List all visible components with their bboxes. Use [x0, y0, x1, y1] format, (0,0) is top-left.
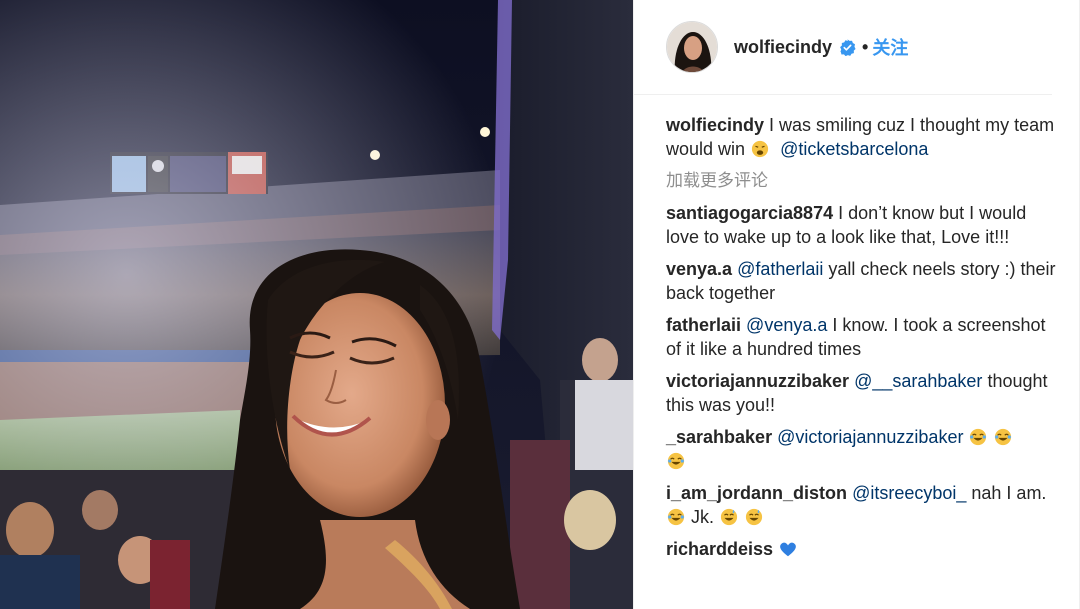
comment-username[interactable]: fatherlaii: [666, 315, 741, 335]
comment-username[interactable]: richarddeiss: [666, 539, 773, 559]
separator-dot: •: [862, 36, 869, 57]
post-photo[interactable]: [0, 0, 633, 609]
comment-username[interactable]: santiagogarcia8874: [666, 203, 833, 223]
caption-username[interactable]: wolfiecindy: [666, 115, 764, 135]
comment-mention-link[interactable]: @venya.a: [746, 315, 827, 335]
comment-item: venya.a @fatherlaii yall check neels sto…: [666, 257, 1056, 305]
sweat-smile-emoji-icon: [745, 508, 763, 526]
comment-item: i_am_jordann_diston @itsreecyboi_ nah I …: [666, 481, 1056, 529]
comment-mention-link[interactable]: @itsreecyboi_: [852, 483, 966, 503]
follow-button[interactable]: 关注: [872, 34, 908, 60]
caption-mention-link[interactable]: @ticketsbarcelona: [780, 139, 928, 159]
comment-item: fatherlaii @venya.a I know. I took a scr…: [666, 313, 1056, 361]
comment-item: victoriajannuzzibaker @__sarahbaker thou…: [666, 369, 1056, 417]
post-side-panel: wolfiecindy • 关注 wolfiecindy I was smili…: [633, 0, 1080, 609]
load-more-comments-link[interactable]: 加载更多评论: [666, 169, 1056, 193]
verified-badge-icon: [840, 38, 856, 56]
comment-username[interactable]: victoriajannuzzibaker: [666, 371, 849, 391]
weary-face-emoji-icon: [751, 140, 769, 158]
comment-mention-link[interactable]: @victoriajannuzzibaker: [777, 427, 963, 447]
joy-emoji-icon: [667, 452, 685, 470]
blue-heart-emoji-icon: [780, 542, 796, 557]
comment-text: nah I am.: [966, 483, 1047, 503]
comment-mention-link[interactable]: @__sarahbaker: [854, 371, 982, 391]
post-author-username[interactable]: wolfiecindy: [734, 37, 832, 58]
joy-emoji-icon: [970, 428, 987, 446]
comment-mention-link[interactable]: @fatherlaii: [737, 259, 823, 279]
stadium-selfie-image: [0, 0, 633, 609]
comment-item: richarddeiss: [666, 537, 1056, 561]
comment-text-2: Jk.: [686, 507, 720, 527]
joy-emoji-icon: [995, 428, 1012, 446]
comments-list: wolfiecindy I was smiling cuz I thought …: [634, 95, 1080, 561]
joy-emoji-icon: [667, 508, 685, 526]
comment-username[interactable]: _sarahbaker: [666, 427, 772, 447]
sweat-smile-emoji-icon: [720, 508, 738, 526]
comment-item: _sarahbaker @victoriajannuzzibaker: [666, 425, 1056, 473]
profile-avatar[interactable]: [666, 21, 718, 73]
post-header: wolfiecindy • 关注: [634, 0, 1052, 95]
caption: wolfiecindy I was smiling cuz I thought …: [666, 113, 1056, 161]
comment-username[interactable]: venya.a: [666, 259, 732, 279]
comment-item: santiagogarcia8874 I don’t know but I wo…: [666, 201, 1056, 249]
comment-username[interactable]: i_am_jordann_diston: [666, 483, 847, 503]
